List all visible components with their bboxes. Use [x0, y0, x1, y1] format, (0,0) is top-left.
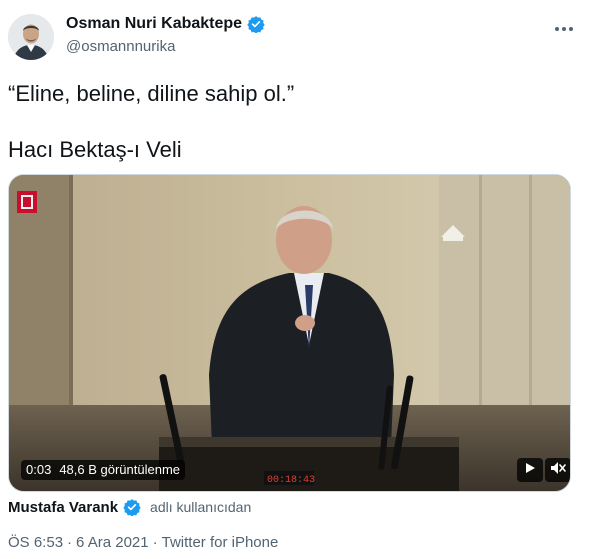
verified-badge-icon	[247, 15, 265, 34]
tweet-text: “Eline, beline, diline sahip ol.” Hacı B…	[8, 80, 568, 164]
author-display-name[interactable]: Osman Nuri Kabaktepe	[66, 15, 242, 33]
video-time: 0:03	[26, 462, 52, 477]
more-options-button[interactable]	[552, 14, 576, 38]
mute-button[interactable]	[545, 458, 570, 482]
mute-icon	[550, 461, 566, 480]
tweet-metadata: ÖS 6:53 · 6 Ara 2021 · Twitter for iPhon…	[8, 534, 278, 551]
author-handle[interactable]: @osmannnurika	[66, 38, 175, 55]
ellipsis-icon	[554, 16, 574, 37]
video-frame: 00:18:43	[9, 175, 570, 491]
tweet-date[interactable]: 6 Ara 2021	[76, 534, 149, 551]
tweet-text-line: Hacı Bektaş-ı Veli	[8, 137, 182, 162]
video-attribution: Mustafa Varank adlı kullanıcıdan	[8, 498, 252, 517]
video-player[interactable]: 00:18:43 0:03 48,6 B görüntülenme	[8, 174, 571, 492]
avatar-image	[8, 14, 54, 60]
channel-logo	[17, 191, 37, 213]
tweet-text-line: “Eline, beline, diline sahip ol.”	[8, 81, 295, 106]
attribution-name[interactable]: Mustafa Varank	[8, 499, 118, 516]
attribution-suffix: adlı kullanıcıdan	[150, 499, 252, 515]
play-button[interactable]	[517, 458, 543, 482]
tweet-time[interactable]: ÖS 6:53	[8, 534, 63, 551]
play-icon	[524, 461, 536, 479]
meta-separator: ·	[152, 534, 158, 551]
verified-badge-icon	[123, 498, 141, 517]
video-info-badge: 0:03 48,6 B görüntülenme	[21, 460, 186, 480]
video-counter-text: 00:18:43	[267, 475, 315, 486]
video-view-count: 48,6 B görüntülenme	[59, 462, 181, 477]
author-avatar[interactable]	[8, 14, 54, 60]
tweet-source[interactable]: Twitter for iPhone	[162, 534, 279, 551]
meta-separator: ·	[67, 534, 73, 551]
